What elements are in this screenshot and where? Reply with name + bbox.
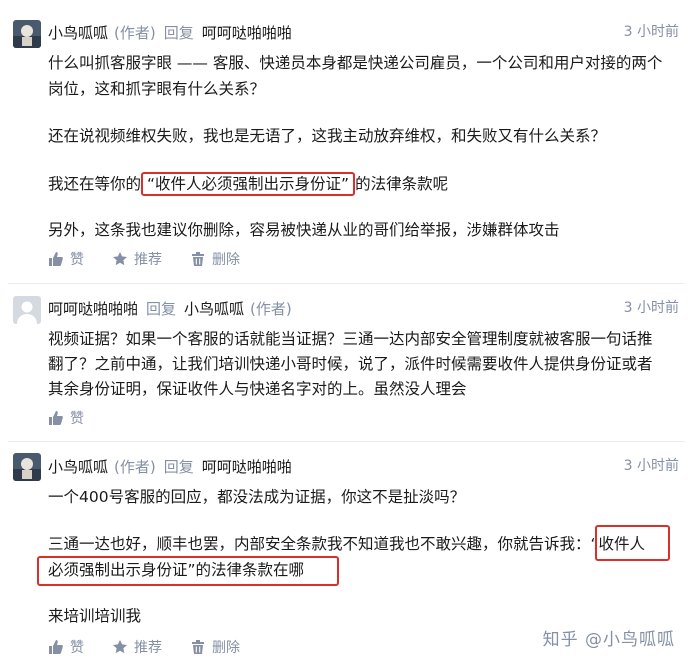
comment-header: 小鸟呱呱 (作者) 回复 呵呵哒啪啪啪 xyxy=(48,21,292,43)
highlight-box xyxy=(595,525,670,561)
reply-target-name[interactable]: 呵呵哒啪啪啪 xyxy=(202,22,292,43)
author-name[interactable]: 小鸟呱呱 xyxy=(48,456,108,477)
comment-text-line: 一个400号客服的回应，都没法成为证据，你这不是扯淡吗？ xyxy=(48,488,466,506)
like-button[interactable]: 赞 xyxy=(48,249,84,269)
avatar[interactable] xyxy=(13,453,41,481)
comment-text-line: 翻了？之前中通，让我们培训快递小哥时候，说了，派件时候需要收件人提供身份证或者 xyxy=(48,355,653,373)
avatar[interactable] xyxy=(13,20,41,48)
comment-text-line: 还在说视频维权失败，我也是无语了，这我主动放弃维权，和失败又有什么关系？ xyxy=(48,127,607,145)
default-avatar-image xyxy=(13,296,41,324)
highlighted-phrase: “收件人必须强制出示身份证” xyxy=(141,172,356,196)
delete-label: 删除 xyxy=(212,252,240,268)
comment-divider xyxy=(8,441,685,442)
comment-text-line: 来培训培训我 xyxy=(48,607,142,625)
like-label: 赞 xyxy=(70,252,84,268)
comment-actions: 赞 xyxy=(48,407,112,429)
highlight-box xyxy=(37,556,339,586)
watermark: 知乎 @小鸟呱呱 xyxy=(542,630,675,650)
reply-target-tag: (作者) xyxy=(250,299,292,318)
comment-text-line: 三通一达也好，顺丰也罢，内部安全条款我不知道我也不敢兴趣，你就告诉我：“收件人 xyxy=(48,531,645,557)
comment-text-line: 视频证据？如果一个客服的话就能当证据？三通一达内部安全管理制度就被客服一句话推 xyxy=(48,330,653,348)
text-segment: 三通一达也好，顺丰也罢，内部安全条款我不知道我也不敢兴趣，你就告诉我： xyxy=(48,535,591,553)
like-button[interactable]: 赞 xyxy=(48,637,84,657)
like-label: 赞 xyxy=(70,411,84,427)
thumbs-up-icon xyxy=(49,411,63,425)
delete-button[interactable]: 删除 xyxy=(190,249,240,269)
comment-divider xyxy=(8,283,685,284)
recommend-button[interactable]: 推荐 xyxy=(112,637,162,657)
reply-target-name[interactable]: 小鸟呱呱 xyxy=(184,298,244,319)
comment-text-line: 什么叫抓客服字眼 —— 客服、快递员本身都是快递公司雇员，一个公司和用户对接的两… xyxy=(48,54,663,72)
highlight-prefix: 我还在等你的 xyxy=(48,175,142,193)
delete-button[interactable]: 删除 xyxy=(190,637,240,657)
comment-text-line: 另外，这条我也建议你删除，容易被快递从业的哥们给举报，涉嫌群体攻击 xyxy=(48,221,560,239)
author-name[interactable]: 小鸟呱呱 xyxy=(48,22,108,43)
timestamp: 3 小时前 xyxy=(623,24,679,40)
comment-text-line: 其余身份证明，保证收件人与快递名字对的上。虽然没人理会 xyxy=(48,380,467,398)
star-icon xyxy=(113,252,127,266)
comment-actions: 赞 推荐 删除 xyxy=(48,248,268,270)
author-tag: (作者) xyxy=(114,23,156,42)
recommend-button[interactable]: 推荐 xyxy=(112,249,162,269)
recommend-label: 推荐 xyxy=(134,252,162,268)
timestamp: 3 小时前 xyxy=(623,458,679,474)
like-button[interactable]: 赞 xyxy=(48,408,84,428)
comment-header: 呵呵哒啪啪啪 回复 小鸟呱呱 (作者) xyxy=(48,297,292,319)
author-tag: (作者) xyxy=(114,457,156,476)
avatar-image xyxy=(13,20,41,48)
comment-text-highlight-line: 我还在等你的 “收件人必须强制出示身份证” 的法律条款呢 xyxy=(48,171,448,197)
reply-label: 回复 xyxy=(163,457,194,476)
avatar-image xyxy=(13,453,41,481)
highlight-suffix: 的法律条款呢 xyxy=(355,175,449,193)
star-icon xyxy=(113,640,127,654)
comment-actions: 赞 推荐 删除 xyxy=(48,636,268,658)
recommend-label: 推荐 xyxy=(134,640,162,656)
timestamp: 3 小时前 xyxy=(623,300,679,316)
avatar[interactable] xyxy=(13,296,41,324)
like-label: 赞 xyxy=(70,640,84,656)
thumbs-up-icon xyxy=(49,640,63,654)
reply-label: 回复 xyxy=(163,23,194,42)
reply-target-name[interactable]: 呵呵哒啪啪啪 xyxy=(202,456,292,477)
reply-label: 回复 xyxy=(146,299,177,318)
thumbs-up-icon xyxy=(49,252,63,266)
trash-icon xyxy=(192,252,204,266)
comment-header: 小鸟呱呱 (作者) 回复 呵呵哒啪啪啪 xyxy=(48,455,292,477)
comment-text-line: 岗位，这和抓字眼有什么关系？ xyxy=(48,80,266,98)
author-name[interactable]: 呵呵哒啪啪啪 xyxy=(48,298,138,319)
trash-icon xyxy=(192,640,204,654)
delete-label: 删除 xyxy=(212,640,240,656)
